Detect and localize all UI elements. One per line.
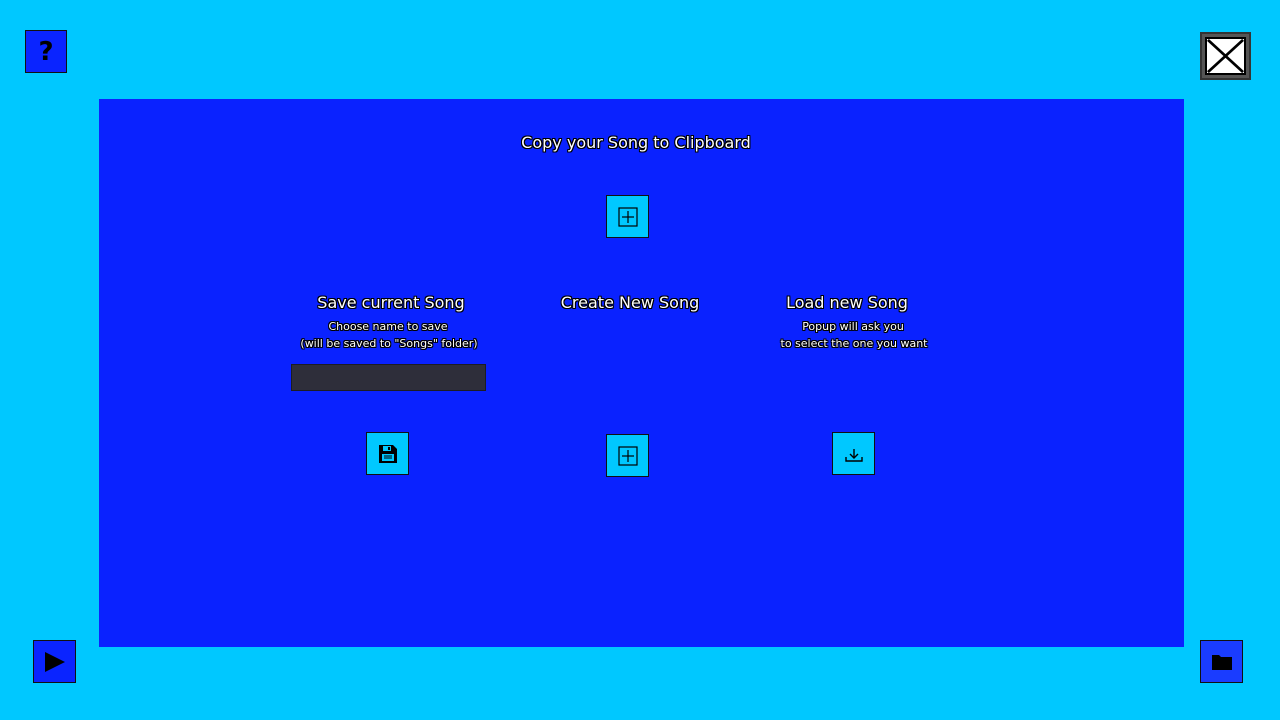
help-button[interactable]: ? — [25, 30, 67, 73]
create-song-button[interactable] — [606, 434, 649, 477]
load-song-title: Load new Song — [786, 293, 908, 312]
load-song-button[interactable] — [832, 432, 875, 475]
close-button[interactable] — [1200, 32, 1251, 80]
close-x-icon — [1205, 37, 1246, 75]
save-song-hint-line1: Choose name to save — [328, 320, 448, 333]
open-folder-button[interactable] — [1200, 640, 1243, 683]
load-song-hint-line2: to select the one you want — [780, 337, 928, 350]
folder-icon — [1211, 654, 1232, 670]
plus-square-icon — [617, 445, 638, 466]
plus-square-icon — [617, 206, 638, 227]
save-song-title: Save current Song — [317, 293, 465, 312]
play-button[interactable] — [33, 640, 76, 683]
song-name-input[interactable] — [291, 364, 486, 391]
play-icon — [44, 651, 65, 672]
load-song-hint-line1: Popup will ask you — [802, 320, 904, 333]
save-song-hint-line2: (will be saved to "Songs" folder) — [300, 337, 478, 350]
song-menu-panel: Copy your Song to Clipboard Save current… — [99, 99, 1184, 647]
copy-to-clipboard-title: Copy your Song to Clipboard — [521, 133, 751, 152]
floppy-disk-icon — [378, 444, 397, 463]
download-icon — [844, 448, 863, 462]
create-song-title: Create New Song — [560, 293, 700, 312]
save-song-button[interactable] — [366, 432, 409, 475]
question-mark-icon: ? — [38, 36, 54, 67]
copy-to-clipboard-button[interactable] — [606, 195, 649, 238]
